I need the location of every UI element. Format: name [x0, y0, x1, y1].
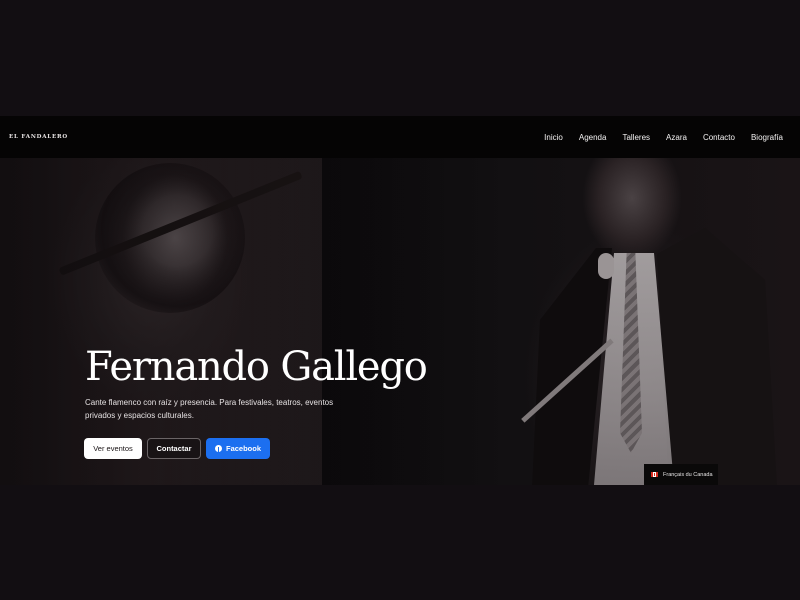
- facebook-icon: [214, 445, 222, 452]
- top-letterbox: [0, 0, 800, 116]
- hero-subtitle: Cante flamenco con raíz y presencia. Par…: [85, 398, 334, 420]
- hero-overlay: [0, 158, 800, 485]
- hero-section: Fernando Gallego Cante flamenco con raíz…: [0, 158, 800, 485]
- site-header: EL FANDALERO Inicio Agenda Talleres Azar…: [0, 116, 800, 158]
- contactar-button[interactable]: Contactar: [147, 438, 201, 459]
- hero-title: Fernando Gallego: [85, 344, 428, 390]
- canada-flag-icon: [651, 472, 658, 477]
- nav-link-biografia[interactable]: Biografía: [751, 133, 783, 142]
- bottom-letterbox: [0, 485, 800, 600]
- language-selector[interactable]: Français du Canada: [644, 464, 718, 485]
- nav-link-azara[interactable]: Azara: [666, 133, 687, 142]
- language-label: Français du Canada: [663, 471, 713, 478]
- nav-link-inicio[interactable]: Inicio: [544, 133, 563, 142]
- nav-link-talleres[interactable]: Talleres: [622, 133, 650, 142]
- facebook-button[interactable]: Facebook: [206, 438, 270, 459]
- main-nav: Inicio Agenda Talleres Azara Contacto Bi…: [528, 133, 783, 142]
- site-logo[interactable]: EL FANDALERO: [9, 134, 68, 140]
- facebook-label: Facebook: [225, 444, 261, 453]
- ver-eventos-button[interactable]: Ver eventos: [84, 438, 142, 459]
- nav-link-contacto[interactable]: Contacto: [703, 133, 735, 142]
- contactar-label: Contactar: [156, 444, 192, 453]
- ver-eventos-label: Ver eventos: [93, 444, 133, 453]
- nav-link-agenda[interactable]: Agenda: [579, 133, 607, 142]
